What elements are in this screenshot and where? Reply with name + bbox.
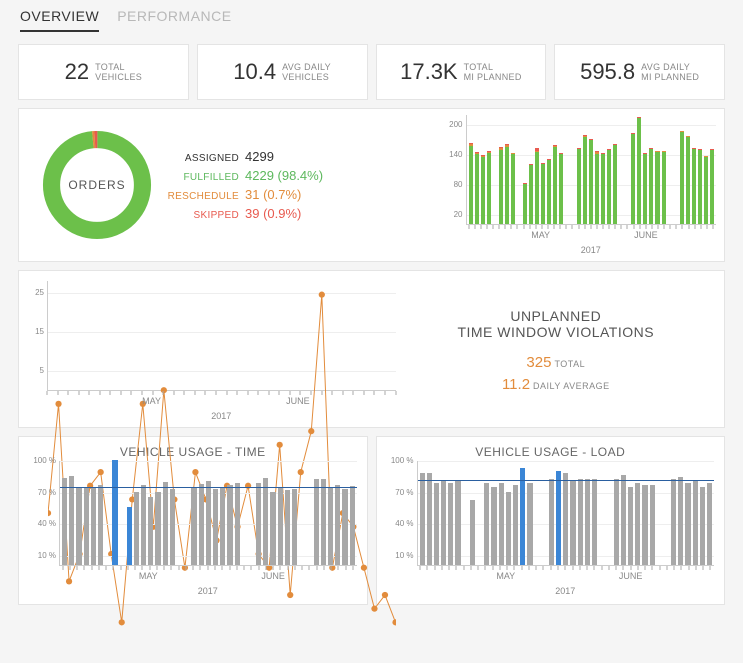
vehicle-usage-time-card: VEHICLE USAGE - TIME 10 %40 %70 %100 % M… <box>18 436 368 605</box>
orders-title: ORDERS <box>37 125 157 245</box>
orders-legend: ASSIGNED4299FULFILLED4229 (98.4%)RESCHED… <box>167 115 442 255</box>
vehicle-usage-load-card: VEHICLE USAGE - LOAD 10 %40 %70 %100 % M… <box>376 436 726 605</box>
kpi-row: 22TOTALVEHICLES10.4AVG DAILYVEHICLES17.3… <box>18 44 725 100</box>
tab-performance[interactable]: PERFORMANCE <box>117 8 231 32</box>
unplanned-avg: 11.2 <box>502 376 530 393</box>
kpi-1: 10.4AVG DAILYVEHICLES <box>197 44 368 100</box>
unplanned-total: 325 <box>526 354 551 371</box>
kpi-3: 595.8AVG DAILYMI PLANNED <box>554 44 725 100</box>
kpi-2: 17.3KTOTALMI PLANNED <box>376 44 547 100</box>
unplanned-line-chart: 51525 MAYJUNE 2017 <box>27 281 396 421</box>
orders-donut: ORDERS <box>27 115 167 255</box>
kpi-0: 22TOTALVEHICLES <box>18 44 189 100</box>
tabs: OVERVIEW PERFORMANCE <box>0 0 743 36</box>
unplanned-summary: UNPLANNEDTIME WINDOW VIOLATIONS 325TOTAL… <box>396 281 716 421</box>
orders-stacked-chart: 2080140200 MAYJUNE 2017 <box>442 115 717 255</box>
tab-overview[interactable]: OVERVIEW <box>20 8 99 32</box>
